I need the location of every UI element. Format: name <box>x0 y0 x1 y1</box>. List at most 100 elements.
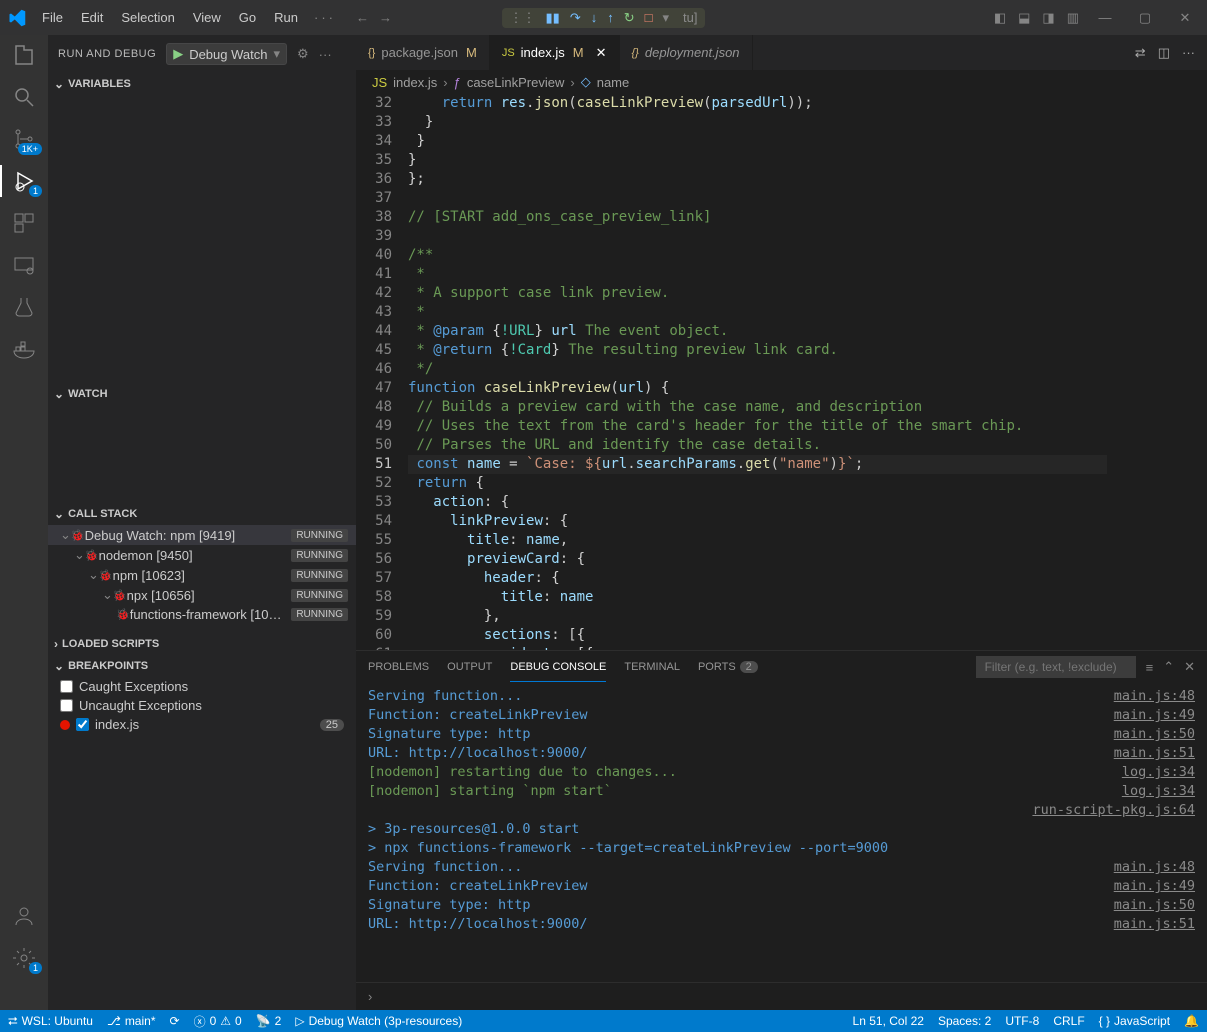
layout-right-icon[interactable]: ◨ <box>1042 10 1054 26</box>
code-line[interactable]: } <box>408 151 1107 170</box>
step-over-icon[interactable]: ↷ <box>570 10 581 26</box>
menu-edit[interactable]: Edit <box>73 6 111 29</box>
console-source-link[interactable]: main.js:51 <box>1114 915 1195 934</box>
sb-spaces[interactable]: Spaces: 2 <box>938 1014 991 1028</box>
panel-tab-ports[interactable]: PORTS2 <box>698 653 758 681</box>
step-into-icon[interactable]: ↓ <box>591 10 598 25</box>
nav-back-icon[interactable]: ← <box>356 10 369 25</box>
code-line[interactable]: header: { <box>408 569 1107 588</box>
chevron-down-icon[interactable]: ▾ <box>273 46 280 62</box>
sb-encoding[interactable]: UTF-8 <box>1005 1014 1039 1028</box>
dropdown-icon[interactable]: ▾ <box>662 10 669 26</box>
minimap[interactable] <box>1107 94 1207 650</box>
more-actions-icon[interactable]: ··· <box>1182 45 1195 60</box>
filter-icon[interactable]: ≡ <box>1146 660 1154 675</box>
sb-lang[interactable]: { } JavaScript <box>1099 1014 1170 1028</box>
bp-uncaught[interactable]: Uncaught Exceptions <box>48 696 356 715</box>
code-line[interactable]: // Parses the URL and identify the case … <box>408 436 1107 455</box>
menu-selection[interactable]: Selection <box>113 6 182 29</box>
code-line[interactable]: /** <box>408 246 1107 265</box>
debug-console-output[interactable]: Serving function...main.js:48Function: c… <box>356 683 1207 982</box>
breadcrumb[interactable]: JS index.js› ƒcaseLinkPreview› ◇name <box>356 70 1207 94</box>
search-icon[interactable] <box>12 85 36 109</box>
section-breakpoints[interactable]: ⌄BREAKPOINTS <box>48 655 356 677</box>
layout-custom-icon[interactable]: ▥ <box>1067 10 1079 26</box>
code-line[interactable]: } <box>408 113 1107 132</box>
code-line[interactable] <box>408 227 1107 246</box>
console-source-link[interactable]: run-script-pkg.js:64 <box>1032 801 1195 820</box>
accounts-icon[interactable] <box>12 904 36 928</box>
code-line[interactable]: } <box>408 132 1107 151</box>
code-line[interactable]: title: name <box>408 588 1107 607</box>
more-icon[interactable]: ··· <box>319 47 332 62</box>
console-source-link[interactable]: main.js:50 <box>1114 896 1195 915</box>
code-line[interactable]: * A support case link preview. <box>408 284 1107 303</box>
section-loaded[interactable]: ›LOADED SCRIPTS <box>48 633 356 655</box>
nav-forward-icon[interactable]: → <box>379 10 392 25</box>
pause-icon[interactable]: ▮▮ <box>546 10 560 26</box>
stack-row[interactable]: 🐞 functions-framework [106…RUNNING <box>48 605 356 624</box>
chevron-up-icon[interactable]: ⌃ <box>1163 659 1174 675</box>
sb-sync[interactable]: ⟳ <box>170 1014 180 1028</box>
console-source-link[interactable]: main.js:48 <box>1114 687 1195 706</box>
code-line[interactable]: previewCard: { <box>408 550 1107 569</box>
minimize-icon[interactable]: — <box>1091 10 1119 25</box>
tab-deployment-json[interactable]: {}deployment.json <box>620 35 753 70</box>
stack-row[interactable]: ⌄ 🐞 nodemon [9450]RUNNING <box>48 545 356 565</box>
sb-remote[interactable]: ⮂ WSL: Ubuntu <box>8 1014 93 1029</box>
run-debug-icon[interactable]: 1 <box>12 169 36 193</box>
drag-icon[interactable]: ⋮⋮ <box>510 10 536 26</box>
code-line[interactable]: widgets: [{ <box>408 645 1107 650</box>
tab-index-js[interactable]: JSindex.jsM✕ <box>490 35 620 70</box>
code-line[interactable]: const name = `Case: ${url.searchParams.g… <box>408 455 1107 474</box>
section-watch[interactable]: ⌄WATCH <box>48 383 356 405</box>
console-filter-input[interactable] <box>976 656 1136 678</box>
bp-caught[interactable]: Caught Exceptions <box>48 677 356 696</box>
code-line[interactable]: }; <box>408 170 1107 189</box>
source-control-icon[interactable]: 1K+ <box>12 127 36 151</box>
restart-icon[interactable]: ↻ <box>624 10 635 26</box>
code-line[interactable]: * <box>408 265 1107 284</box>
code-line[interactable]: * @param {!URL} url The event object. <box>408 322 1107 341</box>
editor[interactable]: 3233343536373839404142434445464748495051… <box>356 94 1207 650</box>
docker-icon[interactable] <box>12 337 36 361</box>
sb-debug[interactable]: ▷ Debug Watch (3p-resources) <box>295 1014 462 1028</box>
compare-changes-icon[interactable]: ⇄ <box>1135 45 1146 61</box>
close-panel-icon[interactable]: ✕ <box>1184 659 1195 675</box>
bp-file-checkbox[interactable] <box>76 718 89 731</box>
menu-view[interactable]: View <box>185 6 229 29</box>
code-line[interactable]: return { <box>408 474 1107 493</box>
code-line[interactable]: // [START add_ons_case_preview_link] <box>408 208 1107 227</box>
testing-icon[interactable] <box>12 295 36 319</box>
start-debug-icon[interactable]: ▶ <box>173 46 183 62</box>
split-editor-icon[interactable]: ◫ <box>1158 45 1170 61</box>
console-source-link[interactable]: main.js:50 <box>1114 725 1195 744</box>
settings-gear-icon[interactable]: 1 <box>12 946 36 970</box>
code-line[interactable]: title: name, <box>408 531 1107 550</box>
code-line[interactable]: * @return {!Card} The resulting preview … <box>408 341 1107 360</box>
sb-ports[interactable]: 📡 2 <box>256 1014 282 1028</box>
section-callstack[interactable]: ⌄CALL STACK <box>48 503 356 525</box>
code-line[interactable]: function caseLinkPreview(url) { <box>408 379 1107 398</box>
sb-branch[interactable]: ⎇ main* <box>107 1014 156 1028</box>
panel-tab-terminal[interactable]: TERMINAL <box>624 653 680 681</box>
code-line[interactable]: // Uses the text from the card's header … <box>408 417 1107 436</box>
stack-row[interactable]: ⌄ 🐞 npx [10656]RUNNING <box>48 585 356 605</box>
stack-row[interactable]: ⌄ 🐞 Debug Watch: npm [9419]RUNNING <box>48 525 356 545</box>
maximize-icon[interactable]: ▢ <box>1131 10 1159 26</box>
stack-row[interactable]: ⌄ 🐞 npm [10623]RUNNING <box>48 565 356 585</box>
debug-config-dropdown[interactable]: ▶ Debug Watch ▾ <box>166 43 287 65</box>
sb-notifications-icon[interactable]: 🔔 <box>1184 1014 1199 1028</box>
section-variables[interactable]: ⌄VARIABLES <box>48 73 356 95</box>
explorer-icon[interactable] <box>12 43 36 67</box>
code-line[interactable]: * <box>408 303 1107 322</box>
gear-icon[interactable]: ⚙ <box>297 46 309 62</box>
bp-caught-checkbox[interactable] <box>60 680 73 693</box>
stop-icon[interactable]: □ <box>645 10 653 25</box>
panel-tab-problems[interactable]: PROBLEMS <box>368 653 429 681</box>
close-tab-icon[interactable]: ✕ <box>596 45 607 61</box>
console-source-link[interactable]: main.js:49 <box>1114 877 1195 896</box>
sb-eol[interactable]: CRLF <box>1053 1014 1084 1028</box>
layout-left-icon[interactable]: ◧ <box>994 10 1006 26</box>
console-source-link[interactable]: log.js:34 <box>1122 763 1195 782</box>
